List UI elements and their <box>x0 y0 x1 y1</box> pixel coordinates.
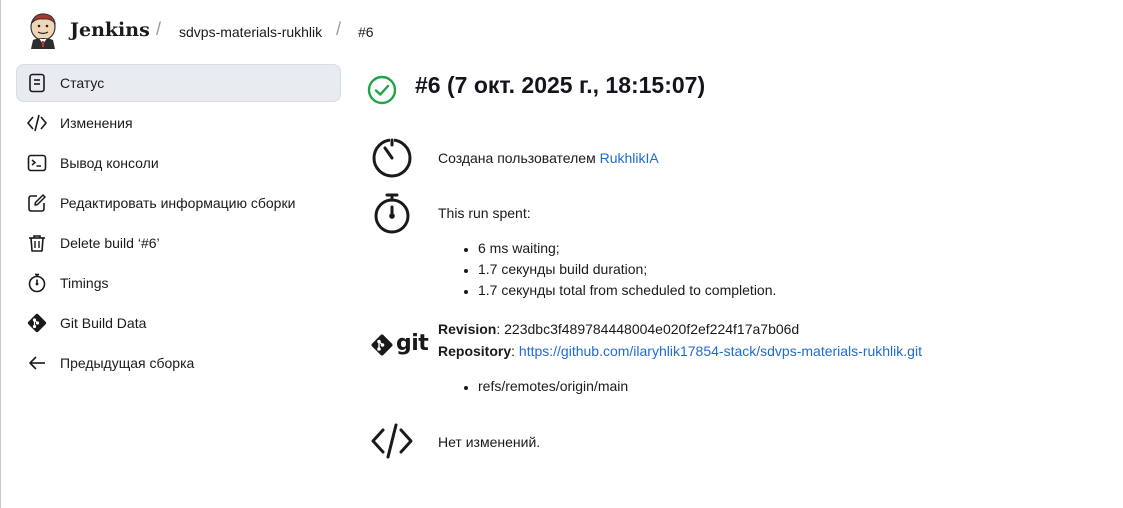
branch-list: refs/remotes/origin/main <box>438 376 922 397</box>
code-icon <box>371 423 413 459</box>
created-by-prefix: Создана пользователем <box>438 150 600 166</box>
sidebar-item-label: Git Build Data <box>60 315 147 331</box>
code-icon <box>26 112 48 134</box>
success-check-icon <box>367 75 397 105</box>
sidebar-item-label: Статус <box>60 75 105 91</box>
breadcrumb-separator: / <box>336 19 342 39</box>
edit-icon <box>26 192 48 214</box>
repository-label: Repository <box>438 343 512 359</box>
sidebar-item-label: Вывод консоли <box>60 155 159 171</box>
created-by-text: Создана пользователем RukhlikIA <box>438 148 659 169</box>
revision-value: 223dbc3f489784448004e020f2ef224f17a7b06d <box>504 321 800 337</box>
trash-icon <box>26 232 48 254</box>
git-logo: git <box>370 331 429 359</box>
changes-text: Нет изменений. <box>438 434 541 450</box>
revision-line: Revision: 223dbc3f489784448004e020f2ef22… <box>438 321 800 337</box>
terminal-icon <box>26 152 48 174</box>
breadcrumb-separator: / <box>156 19 162 39</box>
list-item: 1.7 секунды total from scheduled to comp… <box>478 280 776 301</box>
sidebar-item-label: Редактировать информацию сборки <box>60 195 296 211</box>
stopwatch-icon <box>374 193 410 234</box>
sidebar-item-edit-build-info[interactable]: Редактировать информацию сборки <box>16 184 341 222</box>
timing-list: 6 ms waiting; 1.7 секунды build duration… <box>438 238 776 301</box>
sidebar-item-label: Delete build ‘#6’ <box>60 235 160 251</box>
sidebar-item-console-output[interactable]: Вывод консоли <box>16 144 341 182</box>
list-item: 1.7 секунды build duration; <box>478 259 776 280</box>
created-by-section: Создана пользователем RukhlikIA <box>366 136 1106 182</box>
sidebar-item-label: Изменения <box>60 115 133 131</box>
git-icon <box>371 334 393 356</box>
git-section: git Revision: 223dbc3f489784448004e020f2… <box>366 320 1106 400</box>
jenkins-logo-icon[interactable] <box>28 13 58 49</box>
breadcrumb-build[interactable]: #6 <box>358 24 374 40</box>
sidebar-item-label: Предыдущая сборка <box>60 355 195 371</box>
sidebar-item-timings[interactable]: Timings <box>16 264 341 302</box>
changes-section: Нет изменений. <box>366 420 1106 464</box>
page-title: #6 (7 окт. 2025 г., 18:15:07) <box>415 72 706 98</box>
arrow-left-icon <box>26 352 48 374</box>
stopwatch-icon <box>26 272 48 294</box>
sidebar-item-delete-build[interactable]: Delete build ‘#6’ <box>16 224 341 262</box>
list-item: 6 ms waiting; <box>478 238 776 259</box>
git-text: Revision: 223dbc3f489784448004e020f2ef22… <box>438 319 922 397</box>
brand-link[interactable]: Jenkins <box>70 19 150 41</box>
repository-line: Repository: https://github.com/ilaryhlik… <box>438 343 922 359</box>
list-item: refs/remotes/origin/main <box>478 376 922 397</box>
repository-link[interactable]: https://github.com/ilaryhlik17854-stack/… <box>519 343 922 359</box>
timing-text: This run spent: 6 ms waiting; 1.7 секунд… <box>438 203 776 301</box>
timer-icon <box>372 138 412 178</box>
timing-section: This run spent: 6 ms waiting; 1.7 секунд… <box>366 192 1106 302</box>
document-icon <box>26 72 48 94</box>
window-edge <box>0 0 1 508</box>
timing-heading: This run spent: <box>438 205 531 221</box>
user-link[interactable]: RukhlikIA <box>600 150 659 166</box>
sidebar-item-git-build-data[interactable]: Git Build Data <box>16 304 341 342</box>
top-header: Jenkins / sdvps-materials-rukhlik / #6 <box>0 0 1123 62</box>
revision-label: Revision <box>438 321 497 337</box>
breadcrumb-job[interactable]: sdvps-materials-rukhlik <box>179 24 322 40</box>
sidebar-item-changes[interactable]: Изменения <box>16 104 341 142</box>
git-icon <box>26 312 48 334</box>
sidebar-item-status[interactable]: Статус <box>16 64 341 102</box>
sidebar-item-previous-build[interactable]: Предыдущая сборка <box>16 344 341 382</box>
sidebar-item-label: Timings <box>60 275 109 291</box>
sidebar: Статус Изменения Вывод консоли Редактиро… <box>16 64 341 384</box>
jenkins-build-page: Jenkins / sdvps-materials-rukhlik / #6 С… <box>0 0 1123 508</box>
git-logo-text: git <box>396 331 429 356</box>
